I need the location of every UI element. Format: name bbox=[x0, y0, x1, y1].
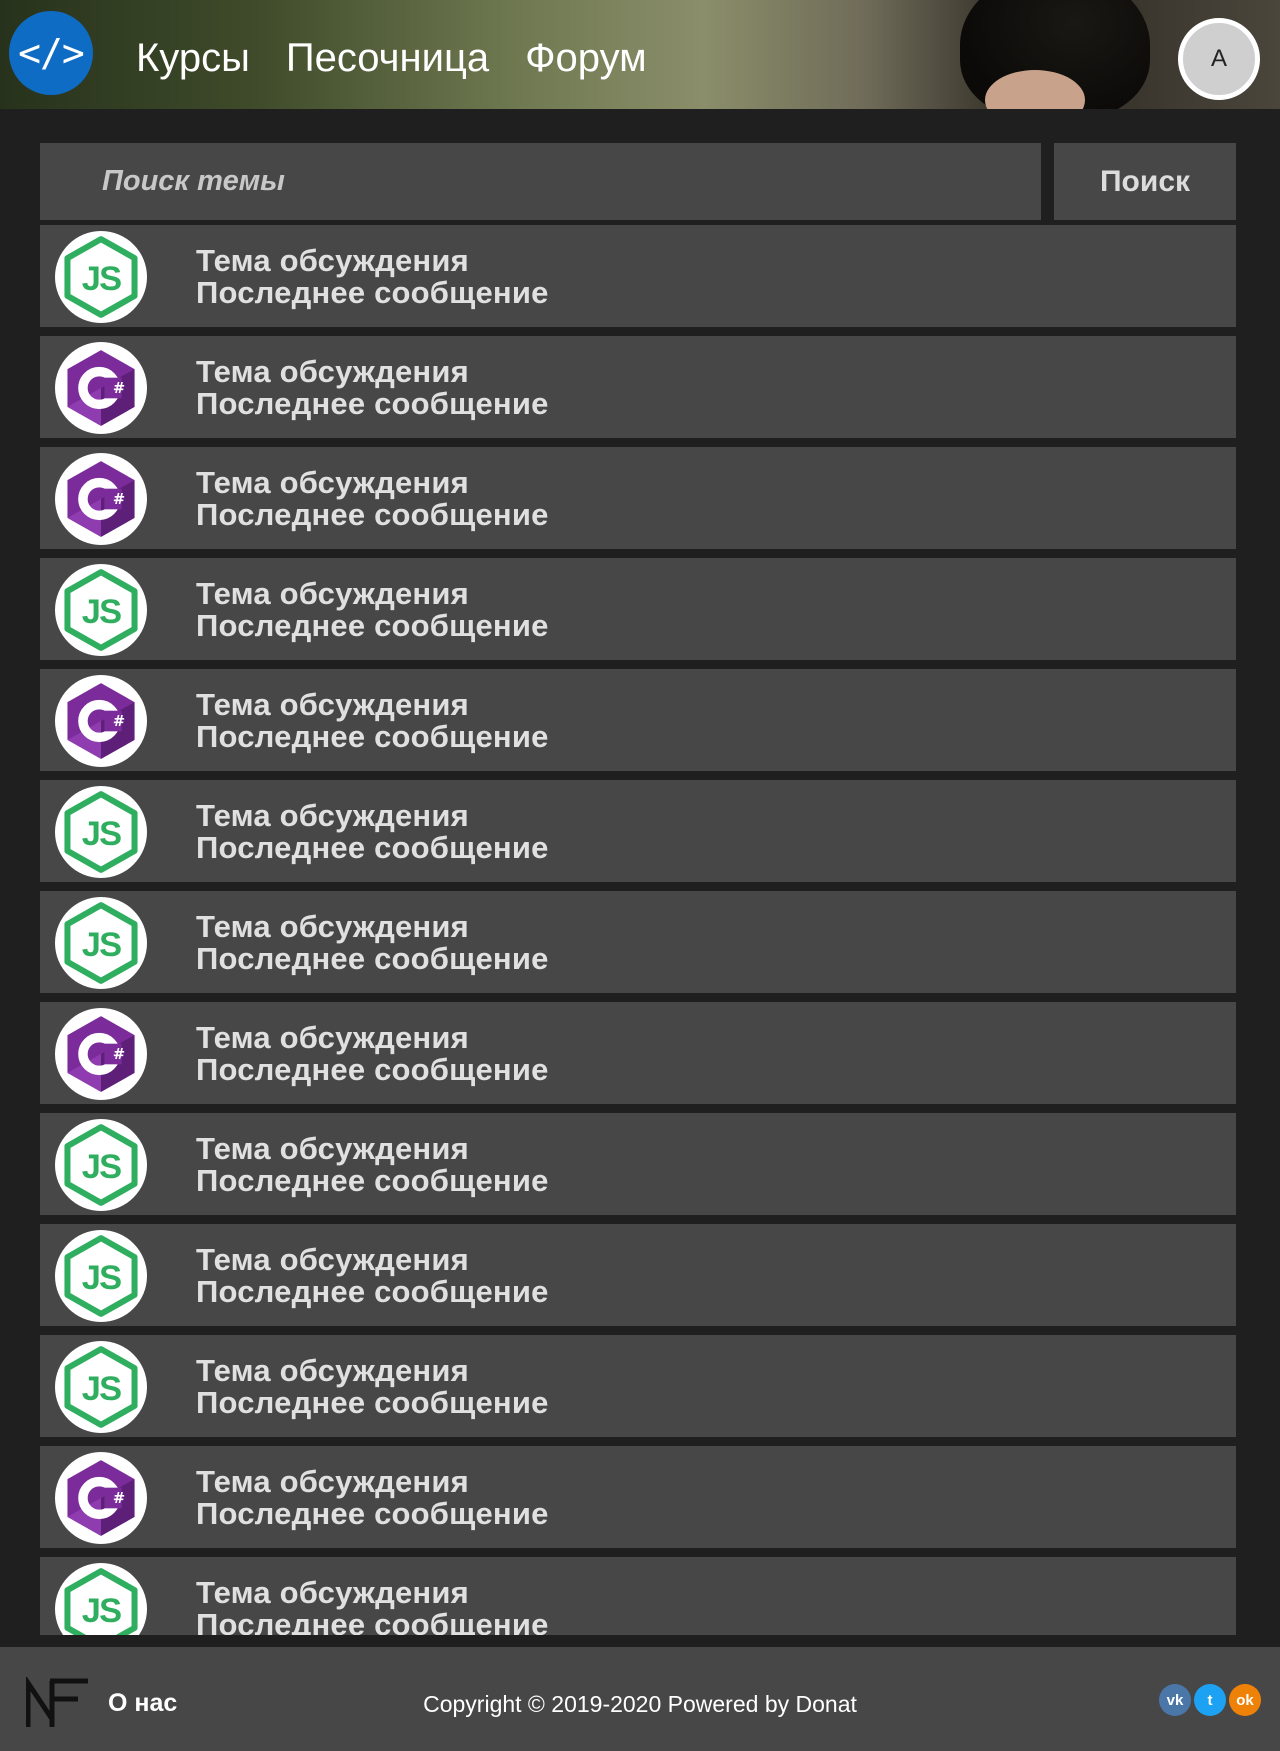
topic-language-badge: JS bbox=[55, 1563, 147, 1635]
topic-row[interactable]: JS Тема обсуждения Последнее сообщение bbox=[40, 1557, 1236, 1635]
main-nav: Курсы Песочница Форум bbox=[136, 34, 683, 82]
topic-last-message: Последнее сообщение bbox=[196, 386, 549, 421]
site-footer: О нас Copyright © 2019-2020 Powered by D… bbox=[0, 1647, 1280, 1751]
topic-title[interactable]: Тема обсуждения bbox=[196, 1464, 469, 1500]
topic-title[interactable]: Тема обсуждения bbox=[196, 576, 469, 612]
js-icon: JS bbox=[64, 1568, 138, 1635]
svg-text:JS: JS bbox=[82, 1370, 121, 1408]
topic-last-message: Последнее сообщение bbox=[196, 275, 549, 310]
site-header: </> Курсы Песочница Форум A bbox=[0, 0, 1280, 109]
topic-row[interactable]: JS Тема обсуждения Последнее сообщение bbox=[40, 558, 1236, 660]
csharp-icon: # bbox=[67, 350, 135, 426]
user-avatar[interactable]: A bbox=[1178, 18, 1260, 100]
topic-title[interactable]: Тема обсуждения bbox=[196, 909, 469, 945]
topic-language-badge: # bbox=[55, 453, 147, 545]
svg-text:#: # bbox=[113, 1490, 125, 1507]
topic-row[interactable]: JS Тема обсуждения Последнее сообщение bbox=[40, 1335, 1236, 1437]
svg-text:JS: JS bbox=[82, 593, 121, 631]
topic-title[interactable]: Тема обсуждения bbox=[196, 354, 469, 390]
topic-row[interactable]: # Тема обсуждения Последнее сообщение bbox=[40, 447, 1236, 549]
js-icon: JS bbox=[64, 569, 138, 651]
svg-text:JS: JS bbox=[82, 926, 121, 964]
js-icon: JS bbox=[64, 791, 138, 873]
js-icon: JS bbox=[64, 1346, 138, 1428]
topic-list: JS Тема обсуждения Последнее сообщение # … bbox=[40, 225, 1236, 1635]
copyright-text: Copyright © 2019-2020 Powered by Donat bbox=[423, 1691, 857, 1717]
topic-last-message: Последнее сообщение bbox=[196, 497, 549, 532]
topic-title[interactable]: Тема обсуждения bbox=[196, 1242, 469, 1278]
topic-last-message: Последнее сообщение bbox=[196, 1607, 549, 1635]
js-icon: JS bbox=[64, 1235, 138, 1317]
topic-language-badge: JS bbox=[55, 1341, 147, 1433]
topic-language-badge: JS bbox=[55, 1119, 147, 1211]
topic-title[interactable]: Тема обсуждения bbox=[196, 1353, 469, 1389]
topic-language-badge: # bbox=[55, 675, 147, 767]
twitter-icon[interactable]: t bbox=[1194, 1684, 1226, 1716]
site-logo-icon[interactable]: </> bbox=[9, 11, 93, 95]
svg-text:JS: JS bbox=[82, 1148, 121, 1186]
topic-language-badge: # bbox=[55, 1008, 147, 1100]
csharp-icon: # bbox=[67, 461, 135, 537]
social-links: vk t ok bbox=[1159, 1684, 1261, 1716]
topic-title[interactable]: Тема обсуждения bbox=[196, 1131, 469, 1167]
topic-row[interactable]: # Тема обсуждения Последнее сообщение bbox=[40, 1446, 1236, 1548]
csharp-icon: # bbox=[67, 1460, 135, 1536]
topic-row[interactable]: # Тема обсуждения Последнее сообщение bbox=[40, 336, 1236, 438]
topic-search-input[interactable] bbox=[40, 143, 1041, 220]
svg-text:JS: JS bbox=[82, 1592, 121, 1630]
topic-last-message: Последнее сообщение bbox=[196, 1385, 549, 1420]
svg-text:#: # bbox=[113, 1046, 125, 1063]
topic-last-message: Последнее сообщение bbox=[196, 1052, 549, 1087]
topic-row[interactable]: # Тема обсуждения Последнее сообщение bbox=[40, 669, 1236, 771]
js-icon: JS bbox=[64, 902, 138, 984]
nav-courses[interactable]: Курсы bbox=[136, 34, 250, 82]
topic-row[interactable]: JS Тема обсуждения Последнее сообщение bbox=[40, 1113, 1236, 1215]
topic-title[interactable]: Тема обсуждения bbox=[196, 1575, 469, 1611]
topic-language-badge: JS bbox=[55, 897, 147, 989]
topic-title[interactable]: Тема обсуждения bbox=[196, 1020, 469, 1056]
topic-row[interactable]: # Тема обсуждения Последнее сообщение bbox=[40, 1002, 1236, 1104]
topic-last-message: Последнее сообщение bbox=[196, 608, 549, 643]
topic-row[interactable]: JS Тема обсуждения Последнее сообщение bbox=[40, 780, 1236, 882]
svg-text:JS: JS bbox=[82, 815, 121, 853]
js-icon: JS bbox=[64, 1124, 138, 1206]
topic-last-message: Последнее сообщение bbox=[196, 830, 549, 865]
topic-last-message: Последнее сообщение bbox=[196, 941, 549, 976]
topic-last-message: Последнее сообщение bbox=[196, 1163, 549, 1198]
svg-text:#: # bbox=[113, 713, 125, 730]
svg-text:JS: JS bbox=[82, 1259, 121, 1297]
topic-language-badge: # bbox=[55, 342, 147, 434]
topic-language-badge: JS bbox=[55, 1230, 147, 1322]
csharp-icon: # bbox=[67, 683, 135, 759]
topic-language-badge: JS bbox=[55, 564, 147, 656]
topic-last-message: Последнее сообщение bbox=[196, 1496, 549, 1531]
svg-text:#: # bbox=[113, 491, 125, 508]
topic-last-message: Последнее сообщение bbox=[196, 719, 549, 754]
search-button[interactable]: Поиск bbox=[1054, 143, 1236, 220]
topic-language-badge: JS bbox=[55, 231, 147, 323]
odnoklassniki-icon[interactable]: ok bbox=[1229, 1684, 1261, 1716]
topic-row[interactable]: JS Тема обсуждения Последнее сообщение bbox=[40, 225, 1236, 327]
topic-row[interactable]: JS Тема обсуждения Последнее сообщение bbox=[40, 891, 1236, 993]
nav-forum[interactable]: Форум bbox=[525, 34, 647, 82]
topic-last-message: Последнее сообщение bbox=[196, 1274, 549, 1309]
topic-row[interactable]: JS Тема обсуждения Последнее сообщение bbox=[40, 1224, 1236, 1326]
topic-title[interactable]: Тема обсуждения bbox=[196, 687, 469, 723]
vk-icon[interactable]: vk bbox=[1159, 1684, 1191, 1716]
nav-sandbox[interactable]: Песочница bbox=[286, 34, 489, 82]
js-icon: JS bbox=[64, 236, 138, 318]
svg-text:JS: JS bbox=[82, 260, 121, 298]
csharp-icon: # bbox=[67, 1016, 135, 1092]
topic-language-badge: JS bbox=[55, 786, 147, 878]
svg-text:#: # bbox=[113, 380, 125, 397]
topic-title[interactable]: Тема обсуждения bbox=[196, 243, 469, 279]
topic-language-badge: # bbox=[55, 1452, 147, 1544]
topic-title[interactable]: Тема обсуждения bbox=[196, 465, 469, 501]
topic-title[interactable]: Тема обсуждения bbox=[196, 798, 469, 834]
